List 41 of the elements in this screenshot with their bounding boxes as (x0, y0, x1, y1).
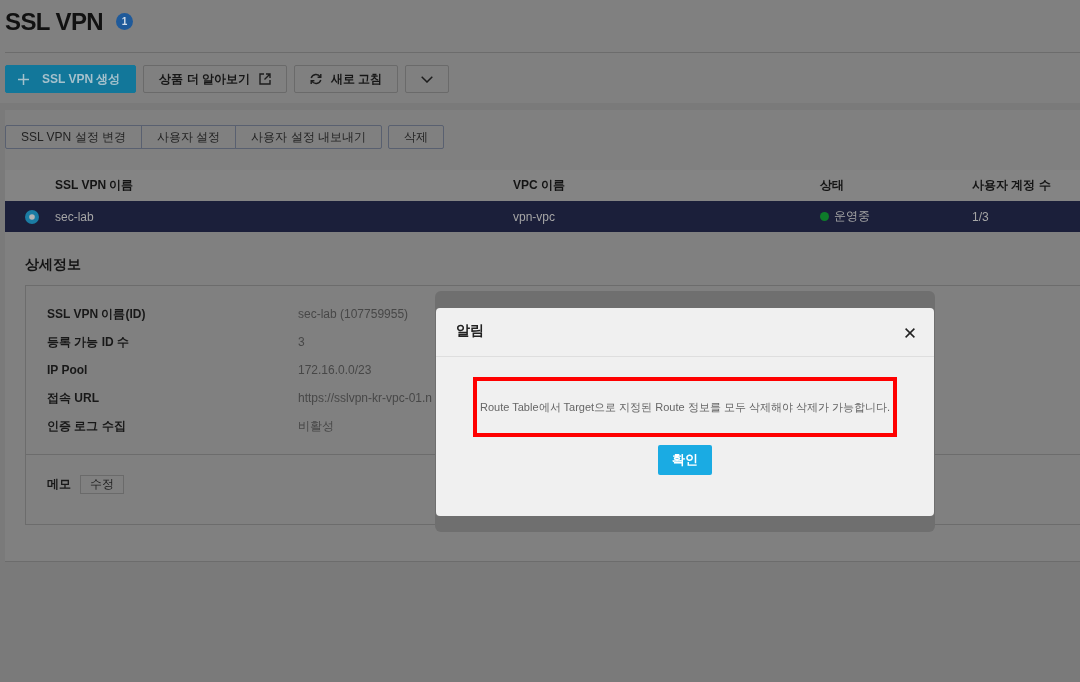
section-title: 상세정보 (25, 255, 82, 273)
field-label: 접속 URL (47, 389, 100, 407)
radio-button[interactable] (25, 209, 39, 224)
field-label: 인증 로그 수집 (47, 417, 127, 435)
field-label: IP Pool (47, 363, 89, 377)
table-cell-text: vpn-vpc (513, 209, 557, 224)
field-value: 3 (298, 335, 306, 349)
action-button[interactable]: 사용자 설정 내보내기 (235, 125, 382, 149)
column-header: VPC 이름 (513, 177, 566, 194)
dialog-message: Route Table에서 Target으로 지정된 Route 정보를 모두 삭제해야 삭제가 가능합니다. (480, 399, 890, 415)
table-cell-text: sec-lab (55, 209, 95, 224)
dialog-title: 알림 (456, 322, 484, 340)
field-label: 등록 가능 ID 수 (47, 333, 130, 351)
chevron-down-icon (421, 75, 434, 83)
refresh-icon (310, 73, 323, 85)
count-badge: 1 (116, 13, 134, 30)
field-value: https://sslvpn-kr-vpc-01.n (298, 391, 434, 405)
table-row[interactable]: sec-lab vpn-vpc 운영중 1/3 (5, 201, 1080, 232)
close-button[interactable] (905, 328, 915, 338)
action-button[interactable]: SSL VPN 설정 변경 (5, 125, 142, 149)
close-icon (905, 328, 915, 338)
field-value: 172.16.0.0/23 (298, 363, 373, 377)
page-title: SSL VPN (5, 9, 104, 34)
create-button[interactable]: SSL VPN 생성 (5, 65, 137, 93)
plus-icon (18, 73, 29, 85)
delete-button[interactable]: 삭제 (387, 125, 444, 149)
status-text: 운영중 (834, 208, 870, 225)
column-header: SSL VPN 이름 (55, 177, 135, 194)
action-button[interactable]: 사용자 설정 (140, 125, 237, 149)
external-link-icon (259, 73, 272, 85)
field-label: SSL VPN 이름(ID) (47, 305, 147, 323)
confirm-button[interactable]: 확인 (658, 445, 712, 475)
memo-label: 메모 (47, 476, 71, 493)
table-cell-text: 1/3 (972, 209, 990, 224)
column-header: 상태 (820, 177, 845, 194)
refresh-button[interactable]: 새로 고침 (294, 65, 399, 93)
edit-button[interactable]: 수정 (80, 475, 124, 494)
status-dot-icon (820, 212, 829, 221)
field-value: sec-lab (107759955) (298, 307, 410, 321)
column-header: 사용자 계정 수 (972, 177, 1052, 194)
learn-more-button[interactable]: 상품 더 알아보기 (143, 65, 288, 93)
